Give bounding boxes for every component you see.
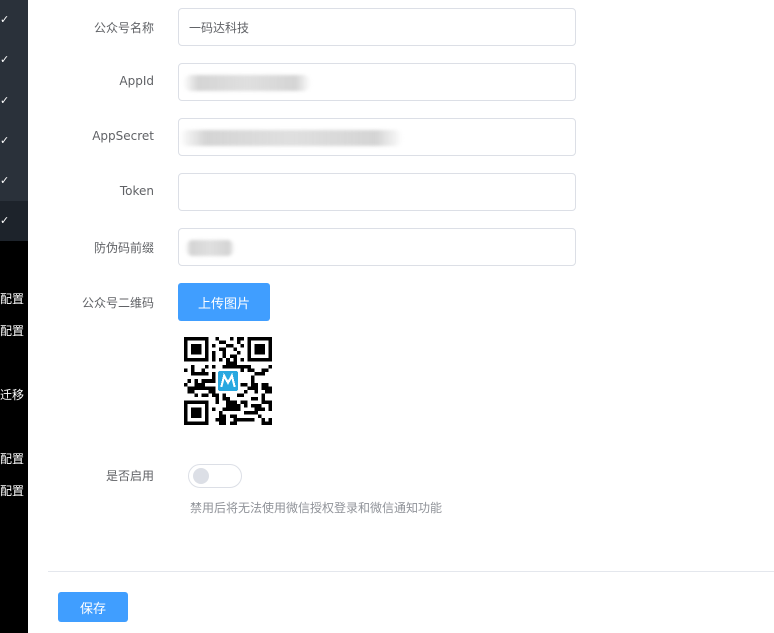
- redacted-value: [183, 75, 311, 91]
- name-label: 公众号名称: [93, 21, 154, 35]
- qrcode-label: 公众号二维码: [81, 296, 154, 310]
- token-input[interactable]: [178, 173, 576, 211]
- sidebar-item[interactable]: 配置: [0, 484, 28, 498]
- sidebar-item-label: 配置: [0, 484, 25, 498]
- redacted-value: [185, 240, 235, 256]
- settings-form: 公众号名称 一码达科技 AppId AppSecret Token 防伪码前缀 …: [28, 0, 774, 633]
- sidebar-item-label: 配置: [0, 324, 25, 338]
- check-icon: ✓: [0, 13, 10, 26]
- prefix-input[interactable]: [178, 228, 576, 266]
- appid-label: AppId: [119, 74, 154, 88]
- name-input[interactable]: 一码达科技: [178, 8, 576, 46]
- enabled-hint: 禁用后将无法使用微信授权登录和微信通知功能: [190, 501, 443, 515]
- sidebar-item-label: 配置: [0, 452, 25, 466]
- sidebar: ✓ ✓ ✓ ✓ ✓ ✓ 配置 配置 迁移 配置 配置: [0, 0, 28, 633]
- sidebar-item[interactable]: 配置: [0, 324, 28, 338]
- check-icon: ✓: [0, 94, 10, 107]
- switch-knob: [193, 468, 209, 484]
- sidebar-item[interactable]: 配置: [0, 292, 28, 306]
- sidebar-item-label: 配置: [0, 292, 25, 306]
- appsecret-input[interactable]: [178, 118, 576, 156]
- enabled-label: 是否启用: [105, 469, 154, 483]
- appsecret-label: AppSecret: [92, 129, 154, 143]
- check-icon: ✓: [0, 214, 10, 227]
- check-icon: ✓: [0, 134, 10, 147]
- sidebar-item[interactable]: 迁移: [0, 388, 28, 402]
- sidebar-item-label: 迁移: [0, 388, 25, 402]
- footer-divider: [48, 571, 774, 572]
- redacted-value: [179, 130, 403, 146]
- enabled-switch[interactable]: [188, 464, 242, 488]
- qrcode-image: [184, 337, 272, 425]
- save-button[interactable]: 保存: [58, 592, 128, 622]
- token-label: Token: [119, 184, 154, 198]
- appid-input[interactable]: [178, 63, 576, 101]
- check-icon: ✓: [0, 174, 10, 187]
- prefix-label: 防伪码前缀: [93, 241, 154, 255]
- upload-image-button[interactable]: 上传图片: [178, 283, 270, 321]
- check-icon: ✓: [0, 53, 10, 66]
- sidebar-item[interactable]: 配置: [0, 452, 28, 466]
